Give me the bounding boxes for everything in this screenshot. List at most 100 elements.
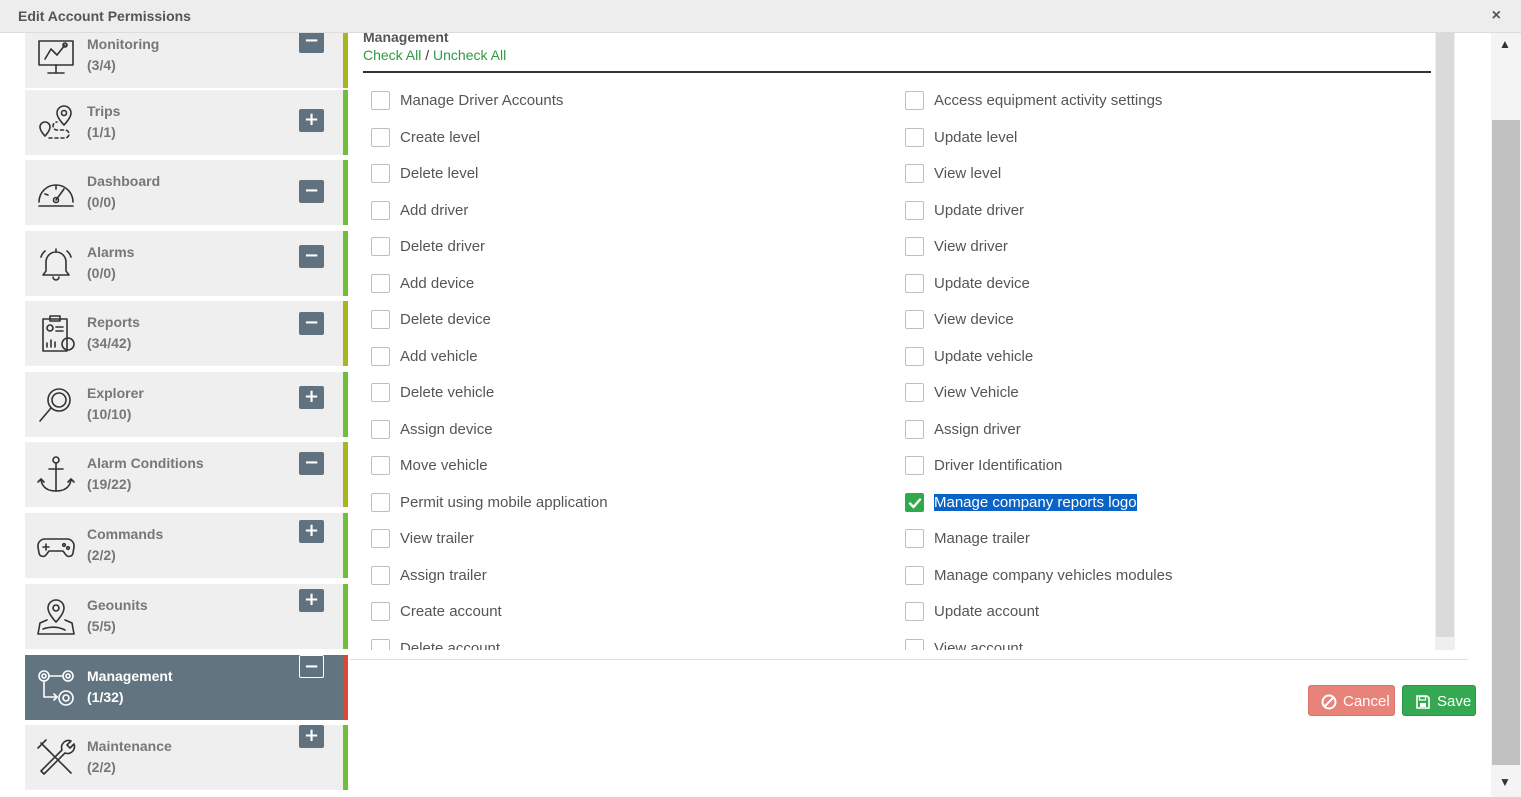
sidebar-category-reports[interactable]: Reports (34/42) − — [25, 301, 348, 366]
sidebar-category-trips[interactable]: Trips (1/1) + — [25, 90, 348, 155]
checkbox[interactable] — [905, 310, 924, 329]
permission-row[interactable]: Manage company reports logo — [897, 493, 1377, 513]
sidebar-category-dashboard[interactable]: Dashboard (0/0) − — [25, 160, 348, 225]
checkbox[interactable] — [371, 566, 390, 585]
permission-row[interactable]: Driver Identification — [897, 456, 1377, 476]
permission-row[interactable]: Add driver — [363, 201, 843, 221]
permission-row[interactable]: Add vehicle — [363, 347, 843, 367]
checkbox[interactable] — [371, 639, 390, 650]
checkbox[interactable] — [371, 420, 390, 439]
checkbox[interactable] — [371, 91, 390, 110]
checkbox[interactable] — [905, 91, 924, 110]
permission-row[interactable]: Move vehicle — [363, 456, 843, 476]
permission-row[interactable]: View trailer — [363, 529, 843, 549]
permission-row[interactable]: Create level — [363, 128, 843, 148]
checkbox[interactable] — [371, 310, 390, 329]
checkbox[interactable] — [905, 128, 924, 147]
permission-row[interactable]: Update level — [897, 128, 1377, 148]
checkbox[interactable] — [905, 420, 924, 439]
modal-scrollbar[interactable]: ▲ ▼ — [1491, 33, 1521, 797]
sidebar-category-geounits[interactable]: Geounits (5/5) + — [25, 584, 348, 649]
check-links-separator: / — [425, 47, 430, 63]
permission-row[interactable]: Delete level — [363, 164, 843, 184]
checkbox[interactable] — [371, 456, 390, 475]
permission-row[interactable]: Assign trailer — [363, 566, 843, 586]
close-icon[interactable]: × — [1492, 7, 1501, 25]
collapse-button[interactable]: − — [299, 655, 324, 678]
checkbox[interactable] — [905, 274, 924, 293]
cancel-button[interactable]: Cancel — [1308, 685, 1395, 716]
checkbox[interactable] — [371, 237, 390, 256]
sidebar-category-commands[interactable]: Commands (2/2) + — [25, 513, 348, 578]
permission-row[interactable]: Delete device — [363, 310, 843, 330]
permission-row[interactable]: View device — [897, 310, 1377, 330]
permission-label: Delete vehicle — [400, 384, 495, 401]
permission-row[interactable]: Assign device — [363, 420, 843, 440]
sidebar-category-alarm-conditions[interactable]: Alarm Conditions (19/22) − — [25, 442, 348, 507]
expand-button[interactable]: + — [299, 520, 324, 543]
permission-row[interactable]: Add device — [363, 274, 843, 294]
collapse-button[interactable]: − — [299, 452, 324, 475]
checkbox[interactable] — [371, 164, 390, 183]
permission-row[interactable]: Manage trailer — [897, 529, 1377, 549]
checkbox[interactable] — [371, 274, 390, 293]
sidebar-category-alarms[interactable]: Alarms (0/0) − — [25, 231, 348, 296]
save-button[interactable]: Save — [1402, 685, 1476, 716]
permission-row[interactable]: Update vehicle — [897, 347, 1377, 367]
permission-row[interactable]: View account — [897, 639, 1377, 650]
expand-button[interactable]: + — [299, 109, 324, 132]
checkbox-checked[interactable] — [905, 493, 924, 512]
permission-row[interactable]: Permit using mobile application — [363, 493, 843, 513]
permission-row[interactable]: Delete vehicle — [363, 383, 843, 403]
permission-row[interactable]: Manage Driver Accounts — [363, 91, 843, 111]
permission-row[interactable]: View level — [897, 164, 1377, 184]
permission-row[interactable]: Update device — [897, 274, 1377, 294]
permission-row[interactable]: Update driver — [897, 201, 1377, 221]
expand-button[interactable]: + — [299, 725, 324, 748]
expand-button[interactable]: + — [299, 589, 324, 612]
scroll-down-arrow-icon[interactable]: ▼ — [1499, 775, 1511, 789]
checkbox[interactable] — [905, 164, 924, 183]
collapse-button[interactable]: − — [299, 33, 324, 53]
collapse-button[interactable]: − — [299, 312, 324, 335]
permission-row[interactable]: Update account — [897, 602, 1377, 622]
collapse-button[interactable]: − — [299, 245, 324, 268]
sidebar-category-management[interactable]: Management (1/32) − — [25, 655, 348, 720]
checkbox[interactable] — [905, 201, 924, 220]
permission-row[interactable]: Access equipment activity settings — [897, 91, 1377, 111]
checkbox[interactable] — [371, 493, 390, 512]
checkbox[interactable] — [905, 566, 924, 585]
permission-label: Driver Identification — [934, 457, 1063, 474]
checkbox[interactable] — [905, 347, 924, 366]
checkbox[interactable] — [905, 529, 924, 548]
expand-button[interactable]: + — [299, 386, 324, 409]
uncheck-all-link[interactable]: Uncheck All — [433, 47, 506, 63]
checkbox[interactable] — [371, 383, 390, 402]
checkbox[interactable] — [905, 639, 924, 650]
scroll-up-arrow-icon[interactable]: ▲ — [1499, 37, 1511, 51]
permission-row[interactable]: View driver — [897, 237, 1377, 257]
sidebar-category-explorer[interactable]: Explorer (10/10) + — [25, 372, 348, 437]
checkbox[interactable] — [905, 602, 924, 621]
checkbox[interactable] — [371, 529, 390, 548]
sidebar-category-maintenance[interactable]: Maintenance (2/2) + — [25, 725, 348, 790]
permission-row[interactable]: Delete driver — [363, 237, 843, 257]
permission-label: Add vehicle — [400, 348, 478, 365]
checkbox[interactable] — [371, 128, 390, 147]
checkbox[interactable] — [905, 383, 924, 402]
checkbox[interactable] — [371, 347, 390, 366]
sidebar-category-monitoring[interactable]: Monitoring (3/4) − — [25, 33, 348, 88]
checkbox[interactable] — [371, 201, 390, 220]
checkbox[interactable] — [905, 456, 924, 475]
permission-row[interactable]: View Vehicle — [897, 383, 1377, 403]
checkbox[interactable] — [371, 602, 390, 621]
category-count: (0/0) — [87, 194, 116, 210]
modal-scrollbar-thumb[interactable] — [1492, 120, 1520, 765]
permission-row[interactable]: Assign driver — [897, 420, 1377, 440]
collapse-button[interactable]: − — [299, 180, 324, 203]
check-all-link[interactable]: Check All — [363, 47, 421, 63]
permission-row[interactable]: Create account — [363, 602, 843, 622]
permission-row[interactable]: Manage company vehicles modules — [897, 566, 1377, 586]
checkbox[interactable] — [905, 237, 924, 256]
permission-row[interactable]: Delete account — [363, 639, 843, 650]
